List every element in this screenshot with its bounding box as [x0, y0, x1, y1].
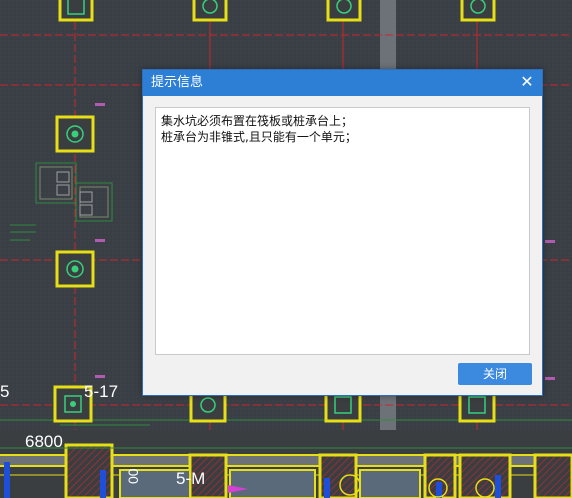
- bottom-vertical-number: 00: [125, 468, 141, 484]
- bottom-beam-band: [0, 430, 572, 498]
- message-text-area[interactable]: 集水坑必须布置在筏板或桩承台上； 桩承台为非锥式,且只能有一个单元；: [155, 107, 530, 355]
- message-dialog: 提示信息 ✕ 集水坑必须布置在筏板或桩承台上； 桩承台为非锥式,且只能有一个单元…: [142, 69, 543, 396]
- pile-cap: [58, 0, 94, 22]
- dialog-title: 提示信息: [151, 75, 204, 90]
- pile-cap: [326, 0, 362, 22]
- message-line: 集水坑必须布置在筏板或桩承台上；: [161, 114, 354, 128]
- axis-number-label: 5-17: [84, 382, 119, 401]
- pile-cap: [460, 0, 496, 22]
- close-button[interactable]: 关闭: [458, 363, 532, 385]
- close-icon[interactable]: ✕: [518, 73, 536, 91]
- pile-cap: [55, 250, 95, 288]
- dimension-label: 6800: [25, 432, 63, 451]
- axis-left-fragment: 5: [0, 382, 10, 401]
- message-line: 桩承台为非锥式,且只能有一个单元；: [161, 130, 357, 144]
- pile-cap: [55, 115, 95, 153]
- dialog-title-bar[interactable]: 提示信息 ✕: [143, 70, 542, 96]
- axis-bottom-label: 5-M: [176, 469, 206, 488]
- pile-cap: [192, 0, 228, 22]
